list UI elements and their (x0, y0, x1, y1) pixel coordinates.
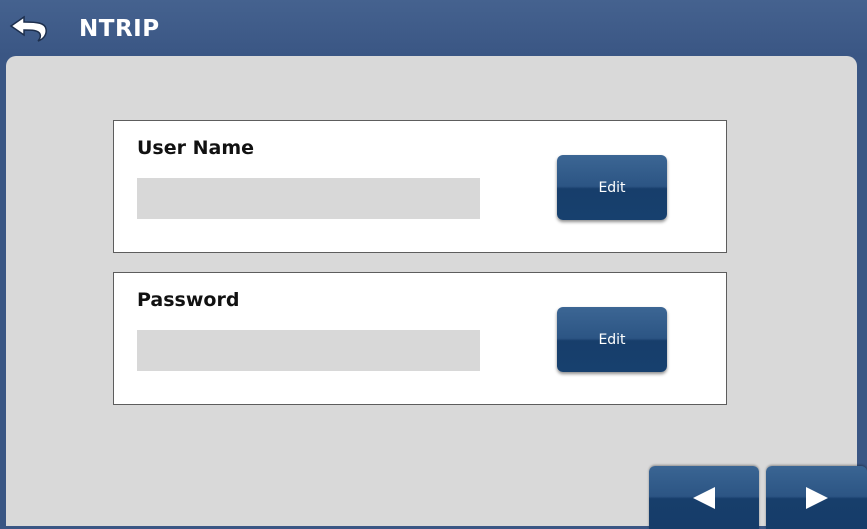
password-field[interactable] (137, 330, 480, 371)
triangle-right-icon (805, 486, 828, 509)
content-area: User Name Edit Password Edit (6, 56, 857, 526)
app-frame: NTRIP User Name Edit Password Edit (0, 0, 867, 529)
edit-password-button[interactable]: Edit (557, 307, 667, 372)
password-label: Password (137, 289, 240, 311)
user-name-field[interactable] (137, 178, 480, 219)
next-page-button[interactable] (766, 466, 867, 529)
previous-page-button[interactable] (649, 466, 759, 529)
user-name-panel: User Name Edit (113, 120, 727, 253)
header-bar: NTRIP (0, 0, 867, 56)
password-panel: Password Edit (113, 272, 727, 405)
back-button[interactable] (8, 14, 50, 44)
page-title: NTRIP (79, 16, 160, 42)
user-name-label: User Name (137, 137, 255, 159)
back-arrow-icon (9, 15, 47, 42)
triangle-left-icon (693, 486, 715, 509)
edit-user-name-button[interactable]: Edit (557, 155, 667, 220)
